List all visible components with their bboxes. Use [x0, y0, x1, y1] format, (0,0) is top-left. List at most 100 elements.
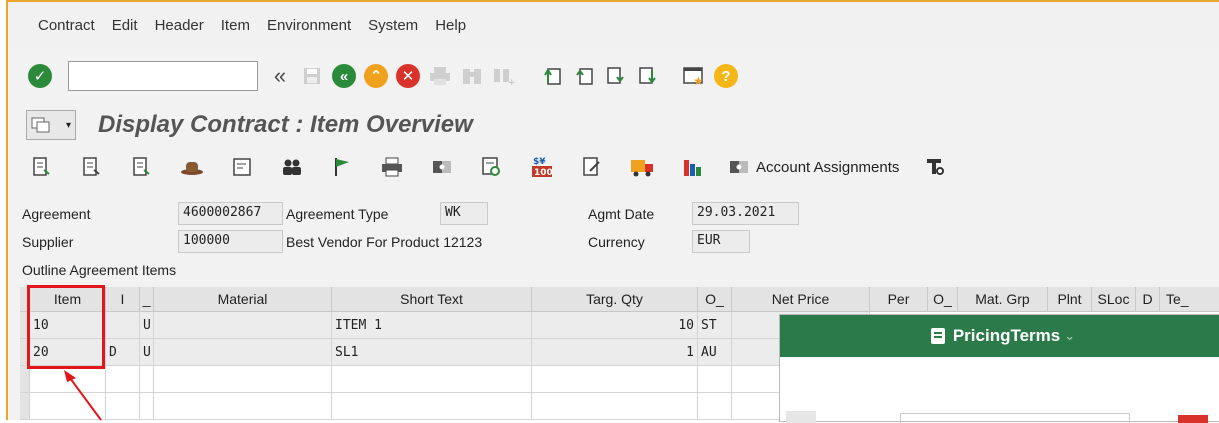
- find-icon[interactable]: [458, 62, 486, 90]
- column-header-order-price-unit[interactable]: O_: [928, 287, 958, 312]
- hat-icon[interactable]: [178, 153, 206, 181]
- agreement-label: Agreement: [22, 206, 91, 222]
- table-cell-material[interactable]: [154, 393, 332, 420]
- table-cell-short-text[interactable]: SL1: [332, 339, 532, 366]
- pricing-terms-indicator: [1178, 415, 1208, 423]
- supplier-field[interactable]: 100000: [178, 230, 283, 253]
- tools-icon[interactable]: [921, 153, 949, 181]
- table-cell-i[interactable]: [106, 312, 140, 339]
- row-selector[interactable]: [20, 393, 30, 420]
- account-assignments-button[interactable]: Account Assignments: [728, 157, 899, 177]
- menu-edit[interactable]: Edit: [112, 17, 138, 34]
- table-cell-short-text[interactable]: [332, 393, 532, 420]
- column-header-short-text[interactable]: Short Text: [332, 287, 532, 312]
- table-cell-order-unit[interactable]: AU: [698, 339, 732, 366]
- row-selector[interactable]: [20, 366, 30, 393]
- table-cell-order-unit[interactable]: [698, 366, 732, 393]
- truck-icon[interactable]: [628, 153, 656, 181]
- account-assignments-icon: [730, 161, 748, 173]
- save-icon[interactable]: [298, 62, 326, 90]
- currency-field[interactable]: EUR: [692, 230, 750, 253]
- table-cell-material[interactable]: [154, 339, 332, 366]
- back-icon[interactable]: «: [330, 62, 358, 90]
- help-icon[interactable]: ?: [712, 62, 740, 90]
- column-header-a[interactable]: _: [140, 287, 154, 312]
- menu-environment[interactable]: Environment: [267, 17, 351, 34]
- column-header-plnt[interactable]: Plnt: [1048, 287, 1092, 312]
- item-details-icon[interactable]: [78, 153, 106, 181]
- menu-contract[interactable]: Contract: [38, 17, 95, 34]
- table-cell-targ-qty[interactable]: [532, 393, 698, 420]
- document-overview-icon[interactable]: [478, 153, 506, 181]
- back-double-icon[interactable]: «: [266, 62, 294, 90]
- pricing-terms-tab[interactable]: [786, 411, 816, 423]
- system-menu-button[interactable]: ▾: [26, 110, 76, 140]
- currency-icon[interactable]: $¥ 100: [528, 153, 556, 181]
- column-header-i[interactable]: I: [106, 287, 140, 312]
- table-cell-targ-qty[interactable]: [532, 366, 698, 393]
- menu-system[interactable]: System: [368, 17, 418, 34]
- puzzle-icon[interactable]: [428, 153, 456, 181]
- previous-page-icon[interactable]: [570, 62, 598, 90]
- column-header-mat-grp[interactable]: Mat. Grp: [958, 287, 1048, 312]
- column-header-te[interactable]: Te_: [1160, 287, 1219, 312]
- table-cell-order-unit[interactable]: [698, 393, 732, 420]
- command-field[interactable]: [68, 61, 258, 91]
- table-cell-short-text[interactable]: ITEM 1: [332, 312, 532, 339]
- document-icon: [930, 328, 945, 344]
- conditions-icon[interactable]: [128, 153, 156, 181]
- first-page-icon[interactable]: [538, 62, 566, 90]
- standard-toolbar: ✓ « « ⌃ ✕ + ★ ?: [8, 54, 1219, 98]
- section-title: Outline Agreement Items: [22, 262, 177, 278]
- column-header-material[interactable]: Material: [154, 287, 332, 312]
- texts-icon[interactable]: [228, 153, 256, 181]
- chevron-down-icon[interactable]: ⌄: [1064, 328, 1075, 344]
- column-header-net-price[interactable]: Net Price: [732, 287, 870, 312]
- table-cell-a[interactable]: [140, 393, 154, 420]
- column-header-targ-qty[interactable]: Targ. Qty: [532, 287, 698, 312]
- table-cell-a[interactable]: [140, 366, 154, 393]
- print-icon[interactable]: [426, 62, 454, 90]
- svg-text:+: +: [508, 78, 515, 86]
- column-header-order-unit[interactable]: O_: [698, 287, 732, 312]
- create-session-icon[interactable]: ★: [680, 62, 708, 90]
- find-next-icon[interactable]: +: [490, 62, 518, 90]
- header-details-icon[interactable]: [28, 153, 56, 181]
- column-header-sloc[interactable]: SLoc: [1092, 287, 1136, 312]
- menu-header[interactable]: Header: [155, 17, 204, 34]
- table-cell-a[interactable]: U: [140, 339, 154, 366]
- table-cell-order-unit[interactable]: ST: [698, 312, 732, 339]
- document-edit-icon[interactable]: [578, 153, 606, 181]
- agreement-type-label: Agreement Type: [286, 206, 389, 222]
- table-cell-a[interactable]: U: [140, 312, 154, 339]
- column-header-d[interactable]: D: [1136, 287, 1160, 312]
- exit-icon[interactable]: ⌃: [362, 62, 390, 90]
- cancel-icon[interactable]: ✕: [394, 62, 422, 90]
- chart-icon[interactable]: [678, 153, 706, 181]
- table-cell-i[interactable]: D: [106, 339, 140, 366]
- agreement-field[interactable]: 4600002867: [178, 202, 283, 225]
- table-cell-targ-qty[interactable]: 10: [532, 312, 698, 339]
- enter-icon[interactable]: ✓: [26, 62, 54, 90]
- annotation-arrow: [64, 370, 102, 421]
- menu-item[interactable]: Item: [221, 17, 250, 34]
- next-page-icon[interactable]: [602, 62, 630, 90]
- pricing-terms-header[interactable]: PricingTerms ⌄: [780, 315, 1219, 357]
- menu-bar: Contract Edit Header Item Environment Sy…: [8, 2, 1219, 48]
- table-cell-material[interactable]: [154, 312, 332, 339]
- agreement-type-field[interactable]: WK: [440, 202, 488, 225]
- agmt-date-field[interactable]: 29.03.2021: [692, 202, 799, 225]
- pricing-terms-field[interactable]: [900, 413, 1130, 423]
- partners-icon[interactable]: [278, 153, 306, 181]
- agmt-date-label: Agmt Date: [588, 206, 655, 222]
- last-page-icon[interactable]: [634, 62, 662, 90]
- table-cell-short-text[interactable]: [332, 366, 532, 393]
- svg-text:100: 100: [534, 168, 553, 178]
- flag-icon[interactable]: [328, 153, 356, 181]
- column-header-per[interactable]: Per: [870, 287, 928, 312]
- currency-label: Currency: [588, 234, 645, 250]
- print-preview-icon[interactable]: [378, 153, 406, 181]
- menu-help[interactable]: Help: [435, 17, 466, 34]
- table-cell-targ-qty[interactable]: 1: [532, 339, 698, 366]
- table-cell-material[interactable]: [154, 366, 332, 393]
